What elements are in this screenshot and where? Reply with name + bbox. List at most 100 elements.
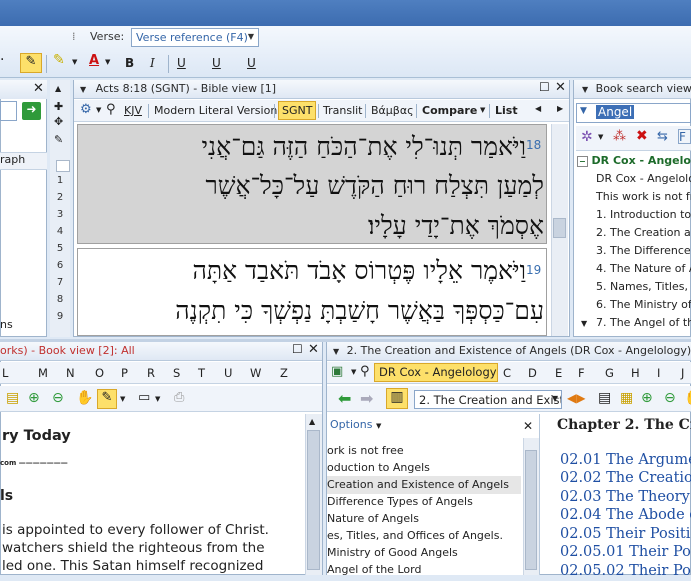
zoom-out-icon[interactable]: ⊖ <box>664 390 676 406</box>
filter-icon[interactable]: ▼ <box>580 106 587 116</box>
translation-mlv[interactable]: Modern Literal Version <box>154 104 277 117</box>
tree-item[interactable]: 3. The Difference Ty <box>596 242 691 260</box>
verse-number[interactable]: 18 <box>526 138 541 152</box>
chapter-selector[interactable]: 2. The Creation and Exist ▼ <box>414 390 562 409</box>
letter-j[interactable]: J <box>681 366 684 380</box>
translation-translit[interactable]: Translit <box>323 104 363 117</box>
letter-h[interactable]: H <box>631 366 640 380</box>
letter-o[interactable]: O <box>95 366 104 380</box>
dropdown-arrow-icon[interactable]: ▼ <box>120 395 125 403</box>
close-icon[interactable]: ✕ <box>523 419 533 433</box>
section-link[interactable]: 02.01 The Argumen <box>560 451 691 470</box>
prev-next-icon[interactable]: ◀▶ <box>567 391 585 405</box>
scroll-right-icon[interactable]: ▶ <box>557 104 563 113</box>
tools-icon[interactable]: ⚙ <box>80 102 92 117</box>
dropdown-arrow-icon[interactable]: ▼ <box>333 347 339 356</box>
move-icon[interactable]: ✥ <box>54 115 63 128</box>
letter-i[interactable]: I <box>657 366 660 380</box>
tree-item[interactable]: 7. The Angel of the <box>596 314 691 332</box>
dropdown-arrow-icon[interactable]: ▼ <box>155 395 160 403</box>
contents-item[interactable]: Difference Types of Angels <box>327 493 473 511</box>
zoom-out-icon[interactable]: ⊖ <box>52 390 64 406</box>
letter-z[interactable]: Z <box>280 366 288 380</box>
letter-n[interactable]: N <box>66 366 75 380</box>
verse-number[interactable]: 19 <box>526 263 541 277</box>
zoom-in-icon[interactable]: ⊕ <box>641 390 653 406</box>
verse-reference-dropdown[interactable]: Verse reference (F4) ▼ <box>131 28 259 47</box>
tree-item[interactable]: 2. The Creation and <box>596 224 691 242</box>
contents-item[interactable]: es, Titles, and Offices of Angels. <box>327 527 503 545</box>
scroll-left-icon[interactable]: ◀ <box>535 104 541 113</box>
letter-m[interactable]: M <box>38 366 48 380</box>
zoom-in-icon[interactable]: ⊕ <box>28 390 40 406</box>
search-icon[interactable]: ⚲ <box>106 102 116 117</box>
letter-f[interactable]: F <box>578 366 585 380</box>
translation-sgnt[interactable]: SGNT <box>278 101 316 120</box>
underline-style-button[interactable]: U <box>212 56 221 72</box>
dropdown-arrow-icon[interactable]: ▼ <box>351 368 356 376</box>
compare-button[interactable]: Compare <box>422 104 477 117</box>
contents-item[interactable]: ork is not free <box>327 442 404 460</box>
pan-hand-icon[interactable]: ✋ <box>76 390 93 406</box>
scroll-down-icon[interactable]: ▼ <box>581 319 587 328</box>
maximize-icon[interactable]: ☐ <box>292 342 303 356</box>
dropdown-arrow-icon[interactable]: ▼ <box>582 85 588 94</box>
contents-item[interactable]: oduction to Angels <box>327 459 430 477</box>
preview-icon[interactable]: ▤ <box>598 390 611 406</box>
pan-hand-icon[interactable]: ✋ <box>684 390 691 406</box>
book-contents-icon[interactable]: ▥ <box>386 388 408 409</box>
dropdown-arrow-icon[interactable]: ▼ <box>72 58 77 66</box>
letter-g[interactable]: G <box>605 366 614 380</box>
bold-button[interactable]: B <box>125 56 134 72</box>
letter-s[interactable]: S <box>173 366 180 380</box>
highlight-color-icon[interactable]: ✎ <box>53 52 71 72</box>
dropdown-arrow-icon[interactable]: ▼ <box>96 106 101 114</box>
book-selector[interactable]: DR Cox - Angelology <box>374 363 498 382</box>
dropdown-arrow-icon[interactable]: ▼ <box>80 85 86 94</box>
letter-c[interactable]: C <box>503 366 511 380</box>
book-search-input[interactable]: Angel <box>596 105 635 119</box>
tree-item[interactable]: 4. The Nature of An <box>596 260 691 278</box>
letter-e[interactable]: E <box>555 366 562 380</box>
highlighter-tool-icon[interactable]: ✎ <box>20 53 42 73</box>
font-color-icon[interactable]: A <box>89 53 99 68</box>
back-arrow-icon[interactable]: ⬅ <box>338 389 351 408</box>
library-icon[interactable]: ▣ <box>331 364 343 379</box>
delete-icon[interactable]: ✖ <box>636 128 648 144</box>
close-icon[interactable]: ✕ <box>555 80 566 95</box>
dropdown-arrow-icon[interactable]: ▼ <box>105 58 110 66</box>
crosshair-icon[interactable]: ✚ <box>54 100 63 113</box>
go-arrow-icon[interactable]: ➜ <box>22 102 41 120</box>
left-search-input[interactable] <box>0 101 17 121</box>
letter-w[interactable]: W <box>250 366 261 380</box>
contents-item[interactable]: Nature of Angels <box>327 510 419 528</box>
export-icon[interactable]: ⇆ <box>657 129 668 144</box>
scrollbar-thumb[interactable] <box>307 430 320 570</box>
section-link[interactable]: 02.03 The Theory o <box>560 488 691 507</box>
forward-arrow-icon[interactable]: ➡ <box>360 389 373 408</box>
close-icon[interactable]: ✕ <box>33 81 44 96</box>
section-link[interactable]: 02.05.01 Their Pos <box>560 543 691 562</box>
layout-icon[interactable]: ▭ <box>138 390 150 405</box>
dropdown-arrow-icon[interactable]: ▼ <box>480 106 485 114</box>
letter-p[interactable]: P <box>121 366 128 380</box>
tree-expand-icon[interactable]: ⁂ <box>613 129 626 144</box>
letter-r[interactable]: R <box>147 366 155 380</box>
scrollbar-thumb[interactable] <box>525 450 537 570</box>
italic-button[interactable]: I <box>150 56 155 72</box>
section-link[interactable]: 02.02 The Creation <box>560 469 691 488</box>
letter-d[interactable]: D <box>528 366 537 380</box>
list-button[interactable]: List <box>495 104 518 117</box>
print-icon[interactable]: ⎙ <box>174 390 184 405</box>
search-icon[interactable]: ⚲ <box>360 364 370 379</box>
underline-button[interactable]: U <box>177 56 186 72</box>
section-link[interactable]: 02.05 Their Positio <box>560 525 691 544</box>
bookmark-icon[interactable]: ▦ <box>620 390 633 406</box>
options-dropdown[interactable]: Options ▼ <box>330 418 522 435</box>
scroll-up-icon[interactable]: ▲ <box>55 84 61 93</box>
dropdown-arrow-icon[interactable]: ▼ <box>598 133 603 141</box>
section-link[interactable]: 02.04 The Abode o <box>560 506 691 525</box>
highlighter-icon[interactable]: ✎ <box>97 389 117 409</box>
letter-l[interactable]: L <box>2 366 8 380</box>
format-icon[interactable]: F <box>678 129 691 144</box>
